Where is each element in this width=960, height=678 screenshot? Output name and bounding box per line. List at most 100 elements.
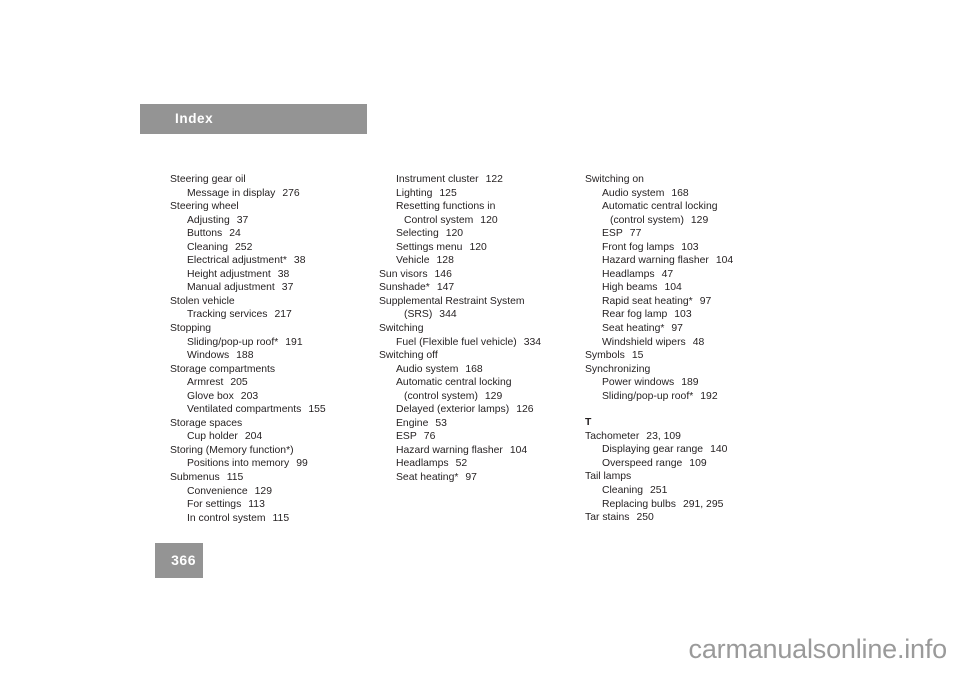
- index-entry[interactable]: Manual adjustment 37: [170, 281, 366, 295]
- index-entry[interactable]: Headlamps 47: [585, 268, 781, 282]
- index-entry[interactable]: Supplemental Restraint System: [379, 295, 575, 309]
- index-entry[interactable]: Seat heating* 97: [585, 322, 781, 336]
- index-entry[interactable]: Adjusting 37: [170, 214, 366, 228]
- index-entry[interactable]: Displaying gear range 140: [585, 443, 781, 457]
- index-entry[interactable]: Stolen vehicle: [170, 295, 366, 309]
- index-entry-label: Manual adjustment: [187, 282, 275, 294]
- index-entry[interactable]: Synchronizing: [585, 363, 781, 377]
- index-entry[interactable]: Instrument cluster 122: [379, 173, 575, 187]
- index-entry[interactable]: Submenus 115: [170, 471, 366, 485]
- index-entry[interactable]: Message in display 276: [170, 187, 366, 201]
- index-entry-label: (control system): [610, 214, 684, 226]
- index-entry-label: Stolen vehicle: [170, 295, 235, 307]
- index-entry[interactable]: Armrest 205: [170, 376, 366, 390]
- index-entry[interactable]: Sunshade* 147: [379, 281, 575, 295]
- index-entry[interactable]: Steering gear oil: [170, 173, 366, 187]
- index-entry-label: Stopping: [170, 323, 212, 335]
- index-entry[interactable]: Automatic central locking: [379, 376, 575, 390]
- index-entry[interactable]: Automatic central locking: [585, 200, 781, 214]
- index-entry[interactable]: ESP 76: [379, 430, 575, 444]
- index-entry[interactable]: Switching: [379, 322, 575, 336]
- index-entry-label: Automatic central locking: [602, 201, 718, 213]
- index-entry-page: 115: [272, 512, 290, 524]
- index-entry-page: 77: [629, 228, 642, 240]
- index-entry[interactable]: Steering wheel: [170, 200, 366, 214]
- index-entry[interactable]: Cup holder 204: [170, 430, 366, 444]
- index-entry[interactable]: Seat heating* 97: [379, 471, 575, 485]
- index-entry[interactable]: Tracking services 217: [170, 308, 366, 322]
- index-entry[interactable]: Switching on: [585, 173, 781, 187]
- index-entry[interactable]: Glove box 203: [170, 390, 366, 404]
- index-entry[interactable]: Headlamps 52: [379, 457, 575, 471]
- index-entry-page: 48: [692, 336, 705, 348]
- index-entry-label: Tar stains: [585, 512, 630, 524]
- index-entry[interactable]: Symbols 15: [585, 349, 781, 363]
- index-entry-label: Audio system: [602, 187, 665, 199]
- index-entry[interactable]: Storing (Memory function*): [170, 444, 366, 458]
- index-entry[interactable]: Windshield wipers 48: [585, 336, 781, 350]
- index-entry-page: 128: [436, 255, 454, 267]
- index-entry-page: 250: [636, 512, 654, 524]
- index-entry[interactable]: Audio system 168: [585, 187, 781, 201]
- index-entry[interactable]: High beams 104: [585, 281, 781, 295]
- index-entry[interactable]: Stopping: [170, 322, 366, 336]
- index-entry[interactable]: Convenience 129: [170, 485, 366, 499]
- index-entry[interactable]: (control system) 129: [379, 390, 575, 404]
- index-entry-page: 192: [700, 390, 718, 402]
- index-entry[interactable]: Electrical adjustment* 38: [170, 254, 366, 268]
- index-entry[interactable]: Storage spaces: [170, 417, 366, 431]
- index-entry[interactable]: Settings menu 120: [379, 241, 575, 255]
- index-entry-label: Headlamps: [396, 458, 449, 470]
- index-entry-page: 97: [465, 472, 477, 484]
- index-entry[interactable]: Overspeed range 109: [585, 457, 781, 471]
- index-entry[interactable]: Resetting functions in: [379, 200, 575, 214]
- index-entry[interactable]: Front fog lamps 103: [585, 241, 781, 255]
- index-entry[interactable]: Engine 53: [379, 417, 575, 431]
- index-entry[interactable]: Cleaning 252: [170, 241, 366, 255]
- index-entry[interactable]: (control system) 129: [585, 214, 781, 228]
- index-entry[interactable]: Sun visors 146: [379, 268, 575, 282]
- index-entry-label: For settings: [187, 499, 242, 511]
- index-entry[interactable]: Cleaning 251: [585, 484, 781, 498]
- index-entry[interactable]: Lighting 125: [379, 187, 575, 201]
- watermark: carmanualsonline.info: [688, 634, 948, 664]
- index-entry-label: Supplemental Restraint System: [379, 295, 525, 307]
- index-entry[interactable]: Switching off: [379, 349, 575, 363]
- index-entry[interactable]: Power windows 189: [585, 376, 781, 390]
- index-entry[interactable]: Tachometer 23, 109: [585, 430, 781, 444]
- index-entry[interactable]: Rapid seat heating* 97: [585, 295, 781, 309]
- index-entry[interactable]: Audio system 168: [379, 363, 575, 377]
- index-entry[interactable]: Tail lamps: [585, 470, 781, 484]
- index-entry-label: Buttons: [187, 228, 223, 240]
- index-entry-label: (control system): [404, 390, 478, 402]
- index-entry[interactable]: Selecting 120: [379, 227, 575, 241]
- index-entry[interactable]: Tar stains 250: [585, 511, 781, 525]
- index-entry[interactable]: Replacing bulbs 291, 295: [585, 498, 781, 512]
- index-entry-label: Storage spaces: [170, 417, 243, 429]
- index-entry[interactable]: Buttons 24: [170, 227, 366, 241]
- index-entry[interactable]: Delayed (exterior lamps) 126: [379, 403, 575, 417]
- index-entry-page: 97: [671, 323, 683, 335]
- index-entry[interactable]: Sliding/pop-up roof* 191: [170, 336, 366, 350]
- index-entry[interactable]: Hazard warning flasher 104: [379, 444, 575, 458]
- index-entry[interactable]: Storage compartments: [170, 363, 366, 377]
- index-entry[interactable]: Sliding/pop-up roof* 192: [585, 390, 781, 404]
- index-entry-label: Front fog lamps: [602, 241, 675, 253]
- index-entry[interactable]: Rear fog lamp 103: [585, 308, 781, 322]
- index-entry[interactable]: In control system 115: [170, 512, 366, 526]
- index-entry-label: Selecting: [396, 228, 439, 240]
- index-entry[interactable]: (SRS) 344: [379, 308, 575, 322]
- index-entry[interactable]: ESP 77: [585, 227, 781, 241]
- index-entry[interactable]: Control system 120: [379, 214, 575, 228]
- index-entry[interactable]: Hazard warning flasher 104: [585, 254, 781, 268]
- index-entry[interactable]: For settings 113: [170, 498, 366, 512]
- index-entry[interactable]: Ventilated compartments 155: [170, 403, 366, 417]
- index-entry[interactable]: Vehicle 128: [379, 254, 575, 268]
- index-entry[interactable]: Height adjustment 38: [170, 268, 366, 282]
- index-entry[interactable]: Windows 188: [170, 349, 366, 363]
- index-entry[interactable]: Fuel (Flexible fuel vehicle) 334: [379, 336, 575, 350]
- index-entry-label: Sliding/pop-up roof*: [602, 390, 694, 402]
- index-entry-page: 155: [308, 404, 326, 416]
- index-entry[interactable]: Positions into memory 99: [170, 457, 366, 471]
- index-entry-label: Replacing bulbs: [602, 498, 676, 510]
